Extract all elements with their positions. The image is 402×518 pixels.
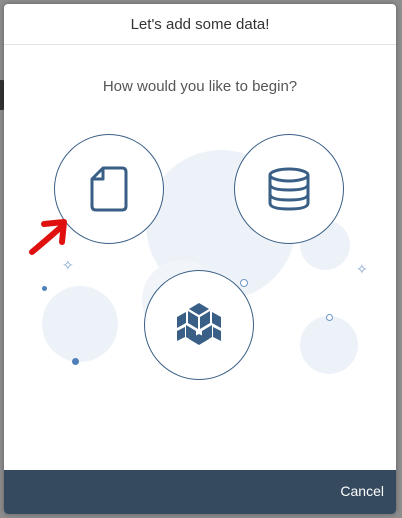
decor-dot: [72, 358, 79, 365]
cube-cluster-icon: [177, 303, 221, 345]
add-data-dialog: Let's add some data! How would you like …: [4, 4, 396, 514]
cancel-button[interactable]: Cancel: [340, 483, 384, 499]
decor-circle: [300, 316, 358, 374]
decor-circle: [42, 286, 118, 362]
decor-ring: [326, 314, 333, 321]
dialog-title: Let's add some data!: [130, 15, 270, 33]
upload-file-option[interactable]: [54, 134, 164, 244]
sparkle-icon: ✧: [356, 261, 368, 277]
data-source-option[interactable]: [234, 134, 344, 244]
database-icon: [268, 167, 310, 211]
decor-dot: [42, 286, 47, 291]
decor-ring: [240, 279, 248, 287]
annotation-arrow-icon: [29, 219, 67, 255]
document-icon: [90, 166, 128, 212]
model-option[interactable]: [144, 270, 254, 380]
dialog-footer: Cancel: [4, 470, 396, 514]
sparkle-icon: ✧: [62, 257, 74, 273]
dialog-header: Let's add some data!: [4, 4, 396, 45]
dialog-prompt: How would you like to begin?: [102, 78, 298, 95]
